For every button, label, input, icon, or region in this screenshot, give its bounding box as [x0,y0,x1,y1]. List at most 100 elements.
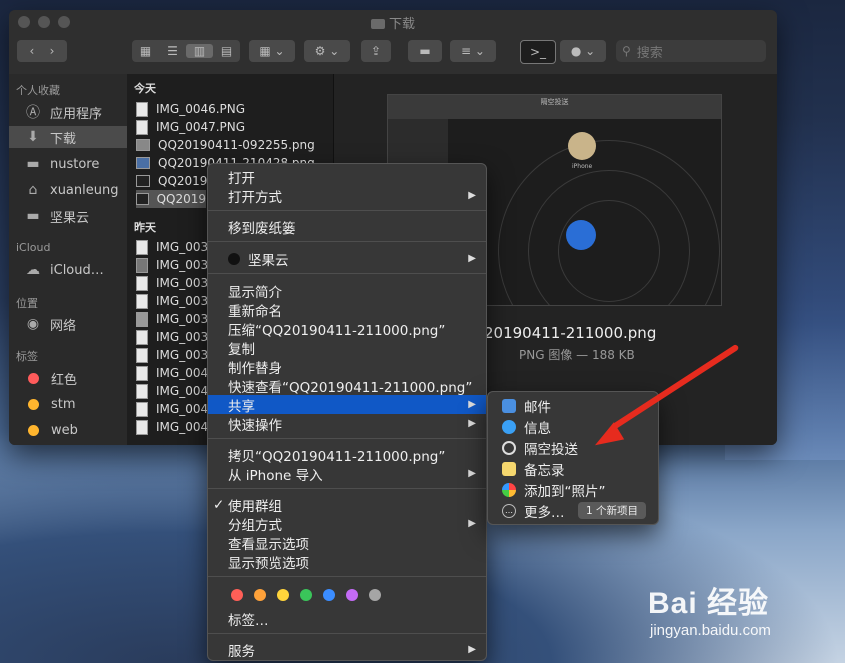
sidebar-item-nustore[interactable]: ▬ nustore [9,153,127,175]
nutstore-button[interactable]: ● ⌄ [560,40,606,62]
tag-purple-dot[interactable] [346,589,358,601]
airdrop-icon [566,220,596,250]
tag-yellow-dot[interactable] [277,589,289,601]
file-row-selected[interactable]: QQ2019 [136,190,206,208]
window-title: 下载 [9,13,777,32]
sidebar-tag-stm[interactable]: stm [9,393,127,415]
menu-item-import-from-iphone[interactable]: 从 iPhone 导入 ▶ [208,464,486,484]
back-forward-buttons[interactable]: ‹ › [17,40,67,62]
tag-blue-dot[interactable] [323,589,335,601]
menu-item-quick-actions[interactable]: 快速操作 ▶ [208,414,486,434]
watermark-url: jingyan.baidu.com [650,622,771,639]
tag-color-dot [28,398,39,410]
share-item-messages[interactable]: 信息 [488,417,658,437]
tag-button[interactable]: ▬ [408,40,442,62]
menu-separator [208,633,486,634]
sidebar-tag-red[interactable]: 红色 [9,367,127,389]
sidebar-item-network[interactable]: ◉ 网络 [9,313,127,335]
file-row[interactable]: IMG_004 [136,364,208,382]
group-header-yesterday: 昨天 [134,221,156,234]
file-row[interactable]: IMG_003 [136,274,208,292]
file-row[interactable]: IMG_003 [136,238,208,256]
menu-item-tags[interactable]: 标签… [208,609,486,629]
file-row[interactable]: IMG_004 [136,400,208,418]
menu-item-duplicate[interactable]: 复制 [208,338,486,358]
file-row[interactable]: IMG_003 [136,292,208,310]
menu-item-get-info[interactable]: 显示简介 [208,281,486,301]
file-row[interactable]: IMG_003 [136,310,208,328]
file-row[interactable]: QQ2019 [136,172,207,190]
menu-item-copy[interactable]: 拷贝“QQ20190411-211000.png” [208,445,486,465]
menu-item-open-with[interactable]: 打开方式 ▶ [208,186,486,206]
file-thumbnail-icon [136,119,148,135]
submenu-arrow-icon: ▶ [468,644,476,655]
menu-separator [208,241,486,242]
menu-item-preview-options[interactable]: 显示预览选项 [208,552,486,572]
share-item-airdrop[interactable]: 隔空投送 [488,438,658,458]
sidebar-item-downloads[interactable]: ⬇ 下载 [9,126,127,148]
nutstore-icon: ● ⌄ [570,44,596,58]
menu-item-open[interactable]: 打开 [208,167,486,187]
tag-green-dot[interactable] [300,589,312,601]
menu-item-jianguoyun[interactable]: 坚果云 ▶ [208,249,486,269]
file-row[interactable]: IMG_004 [136,382,208,400]
terminal-icon: >_ [529,45,547,59]
group-header-today: 今天 [134,82,156,95]
share-button[interactable]: ⇪ [361,40,391,62]
share-item-photos[interactable]: 添加到“照片” [488,480,658,500]
share-item-more[interactable]: … 更多… 1 个新项目 [488,501,658,521]
share-item-notes[interactable]: 备忘录 [488,459,658,479]
arrange-button[interactable]: ≡ ⌄ [450,40,496,62]
menu-item-make-alias[interactable]: 制作替身 [208,357,486,377]
file-row[interactable]: IMG_003 [136,256,208,274]
menu-separator [208,488,486,489]
tag-red-dot[interactable] [231,589,243,601]
menu-item-compress[interactable]: 压缩“QQ20190411-211000.png” [208,319,486,339]
column-view-icon[interactable]: ▥ [186,44,213,58]
file-row[interactable]: IMG_0046.PNG [136,100,245,118]
file-row[interactable]: IMG_0047.PNG [136,118,245,136]
menu-separator [208,576,486,577]
device-label: iPhone [572,163,593,170]
menu-item-move-to-trash[interactable]: 移到废纸篓 [208,217,486,237]
sidebar-header-icloud: iCloud [16,241,51,254]
folder-icon: ▬ [26,208,40,224]
action-button[interactable]: ⚙ ⌄ [304,40,350,62]
icon-view-icon[interactable]: ▦ [132,44,159,58]
view-mode-segmented[interactable]: ▦ ☰ ▥ ▤ [132,40,240,62]
back-arrow-icon[interactable]: ‹ [30,44,35,58]
notes-icon [502,461,516,476]
sidebar-item-jianguoyun[interactable]: ▬ 坚果云 [9,205,127,227]
file-row[interactable]: IMG_003 [136,346,208,364]
menu-item-use-groups[interactable]: ✓ 使用群组 [208,495,486,515]
menu-item-group-by[interactable]: 分组方式 ▶ [208,514,486,534]
group-button[interactable]: ▦ ⌄ [249,40,295,62]
file-row[interactable]: IMG_003 [136,328,208,346]
menu-item-share[interactable]: 共享 ▶ [208,395,486,415]
sidebar-item-icloud[interactable]: ☁ iCloud… [9,259,127,281]
sidebar-item-home[interactable]: ⌂ xuanleung [9,179,127,201]
file-thumbnail-icon [136,157,150,169]
tag-gray-dot[interactable] [369,589,381,601]
menu-separator [208,210,486,211]
submenu-arrow-icon: ▶ [468,399,476,410]
forward-arrow-icon[interactable]: › [50,44,55,58]
list-view-icon[interactable]: ☰ [159,44,186,58]
submenu-arrow-icon: ▶ [468,190,476,201]
gallery-view-icon[interactable]: ▤ [213,44,240,58]
terminal-button[interactable]: >_ [520,40,556,64]
preview-file-info: PNG 图像 — 188 KB [519,348,635,362]
menu-item-view-options[interactable]: 查看显示选项 [208,533,486,553]
file-row[interactable]: QQ20190411-092255.png [136,136,315,154]
menu-item-rename[interactable]: 重新命名 [208,300,486,320]
menu-item-quick-look[interactable]: 快速查看“QQ20190411-211000.png” [208,376,486,396]
file-thumbnail-icon [136,383,148,399]
file-row[interactable]: IMG_004 [136,418,208,436]
new-items-badge: 1 个新项目 [577,502,646,519]
tag-orange-dot[interactable] [254,589,266,601]
search-field[interactable]: ⚲ 搜索 [616,40,766,62]
context-menu: 打开 打开方式 ▶ 移到废纸篓 坚果云 ▶ 显示简介 重新命名 压缩“QQ20190… [207,163,487,661]
sidebar-item-applications[interactable]: Ⓐ 应用程序 [9,101,127,123]
menu-item-services[interactable]: 服务 ▶ [208,640,486,660]
sidebar-tag-web[interactable]: web [9,419,127,441]
